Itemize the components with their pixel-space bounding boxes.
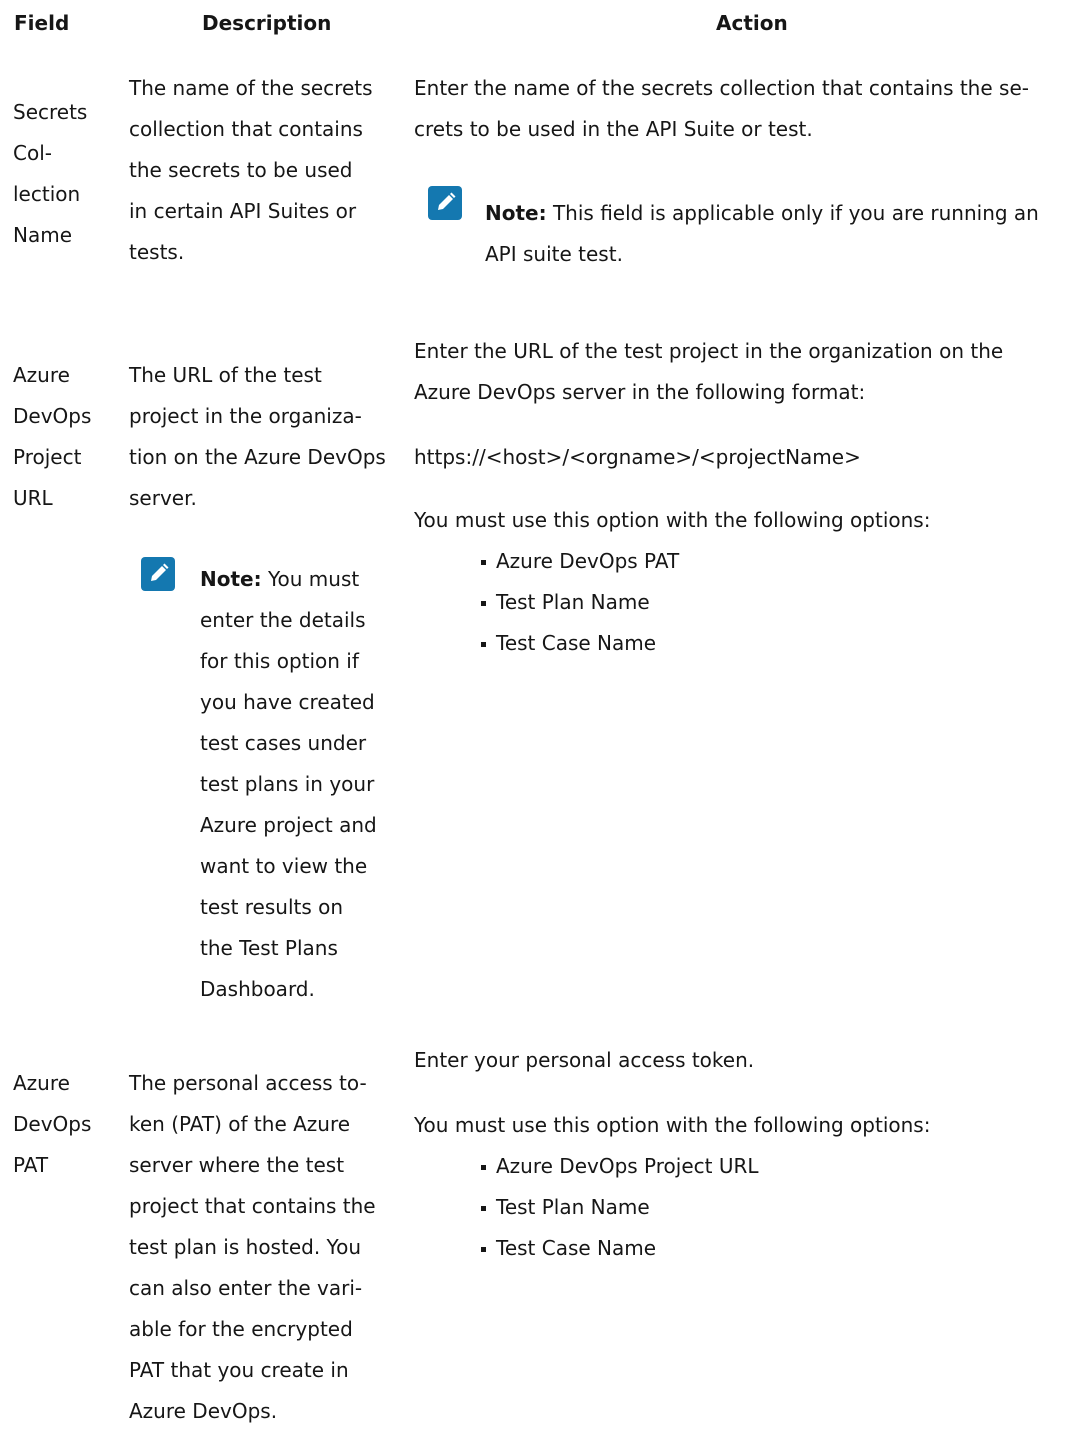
field-line: DevOps bbox=[13, 404, 92, 428]
field-line: PAT bbox=[13, 1153, 49, 1177]
list-item: Azure DevOps Project URL bbox=[481, 1146, 759, 1187]
bullet-icon bbox=[481, 560, 486, 565]
list-item: Test Case Name bbox=[481, 623, 679, 664]
description-line: The name of the secrets bbox=[129, 76, 373, 100]
action-line: crets to be used in the API Suite or tes… bbox=[414, 117, 813, 141]
row-secrets-note: Note: This field is applicable only if y… bbox=[485, 193, 1039, 275]
edit-pencil-icon bbox=[141, 557, 175, 591]
action-line: Azure DevOps server in the following for… bbox=[414, 380, 866, 404]
note-line: Dashboard. bbox=[200, 977, 315, 1001]
row-secrets-action: Enter the name of the secrets collection… bbox=[414, 68, 1029, 150]
description-line: The URL of the test bbox=[129, 363, 322, 387]
note-line: want to view the bbox=[200, 854, 368, 878]
description-line: can also enter the vari- bbox=[129, 1276, 363, 1300]
bullet-icon bbox=[481, 1247, 486, 1252]
row-secrets-description: The name of the secrets collection that … bbox=[129, 68, 373, 273]
description-line: tion on the Azure DevOps bbox=[129, 445, 386, 469]
row-pat-must-use: You must use this option with the follow… bbox=[414, 1113, 931, 1137]
description-line: collection that contains bbox=[129, 117, 363, 141]
note-line: enter the details bbox=[200, 608, 366, 632]
row-project-url-field: Azure DevOps Project URL bbox=[13, 355, 91, 519]
edit-pencil-icon bbox=[428, 186, 462, 220]
description-line: able for the encrypted bbox=[129, 1317, 353, 1341]
column-header-field: Field bbox=[14, 11, 70, 35]
description-line: server where the test bbox=[129, 1153, 345, 1177]
options-table: Field Description Action Secrets Col- le… bbox=[0, 0, 1067, 1425]
note-line: test plans in your bbox=[200, 772, 375, 796]
row-project-url-must-use: You must use this option with the follow… bbox=[414, 508, 931, 532]
row-pat-field: Azure DevOps PAT bbox=[13, 1063, 91, 1186]
row-project-url-options: Azure DevOps PAT Test Plan Name Test Cas… bbox=[481, 541, 679, 664]
row-project-url-action: Enter the URL of the test project in the… bbox=[414, 331, 1003, 413]
row-project-url-format: https://<host>/<orgname>/<projectName> bbox=[414, 445, 861, 469]
row-project-url-description: The URL of the test project in the organ… bbox=[129, 355, 386, 519]
field-line: Col- bbox=[13, 141, 52, 165]
bullet-icon bbox=[481, 1206, 486, 1211]
note-line: test results on bbox=[200, 895, 344, 919]
description-line: in certain API Suites or bbox=[129, 199, 357, 223]
bullet-icon bbox=[481, 642, 486, 647]
row-pat-description: The personal access to- ken (PAT) of the… bbox=[129, 1063, 376, 1432]
bullet-icon bbox=[481, 601, 486, 606]
column-header-action: Action bbox=[716, 11, 788, 35]
field-line: Secrets bbox=[13, 100, 88, 124]
field-line: lection bbox=[13, 182, 81, 206]
row-secrets-field: Secrets Col- lection Name bbox=[13, 92, 87, 256]
note-line: API suite test. bbox=[485, 242, 623, 266]
description-line: test plan is hosted. You bbox=[129, 1235, 362, 1259]
column-header-description: Description bbox=[202, 11, 332, 35]
description-line: the secrets to be used bbox=[129, 158, 353, 182]
row-pat-options: Azure DevOps Project URL Test Plan Name … bbox=[481, 1146, 759, 1269]
field-line: Azure bbox=[13, 363, 70, 387]
list-item: Test Plan Name bbox=[481, 582, 679, 623]
note-label: Note: bbox=[485, 201, 547, 225]
description-line: ken (PAT) of the Azure bbox=[129, 1112, 351, 1136]
row-pat-action: Enter your personal access token. bbox=[414, 1048, 755, 1072]
note-line: Azure project and bbox=[200, 813, 377, 837]
description-line: server. bbox=[129, 486, 197, 510]
description-line: project in the organiza- bbox=[129, 404, 362, 428]
field-line: Azure bbox=[13, 1071, 70, 1095]
note-line: test cases under bbox=[200, 731, 367, 755]
field-line: Project bbox=[13, 445, 82, 469]
field-line: URL bbox=[13, 486, 53, 510]
description-line: Azure DevOps. bbox=[129, 1399, 278, 1423]
bullet-icon bbox=[481, 1165, 486, 1170]
list-item: Test Case Name bbox=[481, 1228, 759, 1269]
action-line: Enter the URL of the test project in the… bbox=[414, 339, 1004, 363]
list-item: Test Plan Name bbox=[481, 1187, 759, 1228]
description-line: tests. bbox=[129, 240, 185, 264]
field-line: Name bbox=[13, 223, 73, 247]
note-text: This field is applicable only if you are… bbox=[546, 201, 1039, 225]
note-label: Note: bbox=[200, 567, 262, 591]
note-text: You must bbox=[261, 567, 360, 591]
action-line: Enter the name of the secrets collection… bbox=[414, 76, 1029, 100]
note-line: you have created bbox=[200, 690, 375, 714]
description-line: project that contains the bbox=[129, 1194, 376, 1218]
field-line: DevOps bbox=[13, 1112, 92, 1136]
list-item: Azure DevOps PAT bbox=[481, 541, 679, 582]
description-line: PAT that you create in bbox=[129, 1358, 349, 1382]
note-line: for this option if bbox=[200, 649, 359, 673]
row-project-url-note: Note: You must enter the details for thi… bbox=[200, 559, 377, 1010]
description-line: The personal access to- bbox=[129, 1071, 367, 1095]
note-line: the Test Plans bbox=[200, 936, 338, 960]
